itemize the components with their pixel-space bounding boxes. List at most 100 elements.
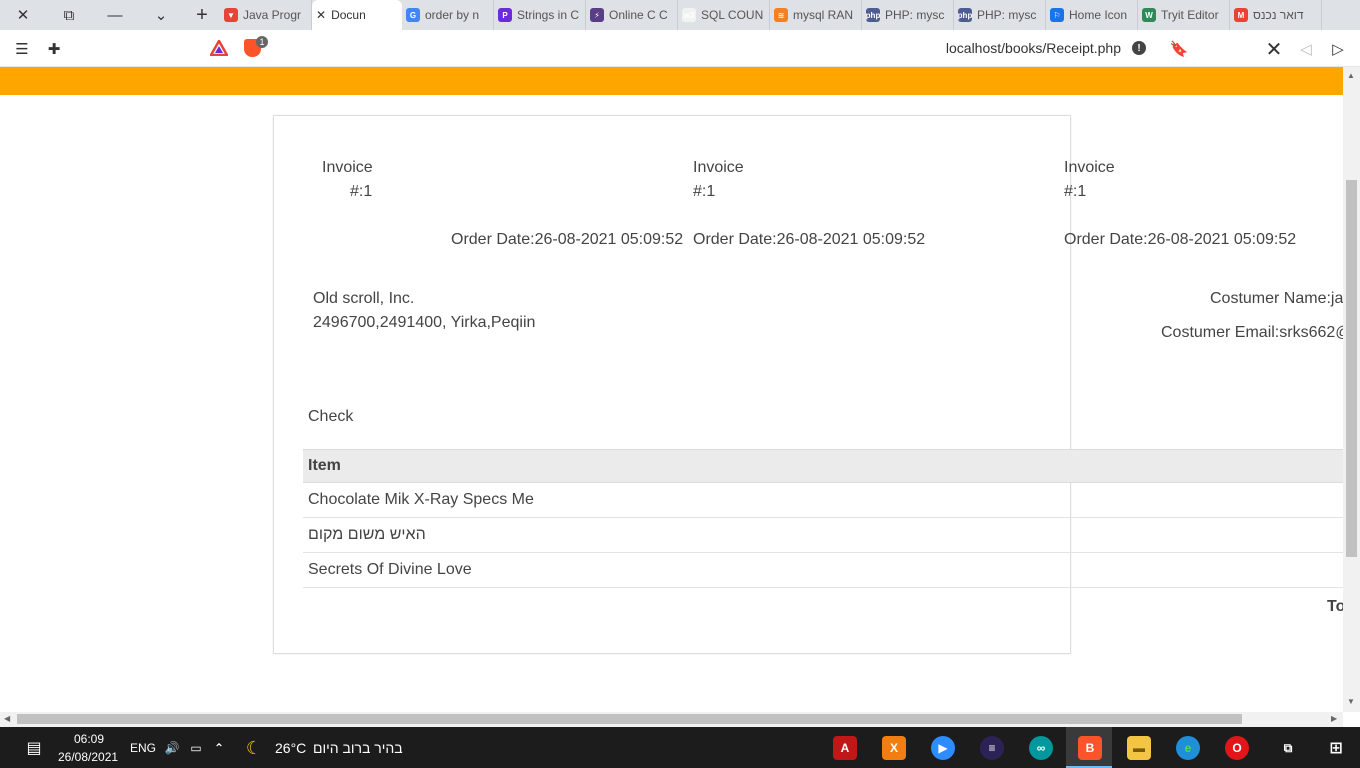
table-row: Secrets Of Divine Love (303, 553, 1343, 588)
browser-tab[interactable]: php PHP: mysc (862, 0, 954, 30)
invoice-heading-1: Invoice (322, 159, 373, 176)
tab-favicon-icon: G (406, 8, 420, 22)
site-info-icon[interactable]: ! (1132, 41, 1146, 55)
restore-window-icon[interactable]: ⧉ (46, 0, 92, 30)
horizontal-scrollbar[interactable]: ◀ ▶ (0, 712, 1343, 727)
company-name: Old scroll, Inc. (313, 290, 415, 307)
items-table: Item Chocolate Mik X-Ray Specs Me האיש מ… (303, 449, 1343, 588)
tab-label: PHP: mysc (977, 8, 1037, 22)
tab-search-icon[interactable]: ⌄ (138, 0, 184, 30)
close-tab-icon[interactable]: ✕ (316, 8, 326, 22)
forward-icon[interactable]: ◁ (1291, 34, 1321, 64)
browser-tab[interactable]: ▼ Java Progr (220, 0, 312, 30)
tab-favicon-icon: ▼ (224, 8, 238, 22)
browser-tab[interactable]: ✕ Docun (312, 0, 402, 30)
scroll-left-icon[interactable]: ◀ (4, 714, 10, 723)
tab-favicon-icon: php (958, 8, 972, 22)
windows-taskbar: ▤ 06:09 26/08/2021 ENG 🔊 ▭ ⌃ ☾ 26°C בהיר… (0, 727, 1360, 768)
tab-favicon-icon: ⚐ (1050, 8, 1064, 22)
tab-label: Home Icon (1069, 8, 1128, 22)
tab-favicon-icon: M (1234, 8, 1248, 22)
brave-browser-icon[interactable]: B (1078, 736, 1102, 760)
stop-loading-icon[interactable]: ✕ (1259, 34, 1289, 64)
arduino-icon[interactable]: ∞ (1029, 736, 1053, 760)
page-header-bar (0, 67, 1343, 95)
notifications-icon[interactable]: ▤ (22, 736, 46, 760)
zoom-icon[interactable]: ▶ (931, 736, 955, 760)
weather-moon-icon[interactable]: ☾ (242, 736, 266, 760)
tab-label: Tryit Editor (1161, 8, 1219, 22)
payment-method: Check (308, 408, 354, 425)
brave-rewards-icon[interactable] (210, 40, 228, 56)
browser-tab[interactable]: P Strings in C (494, 0, 586, 30)
tab-label: mysql RAN (793, 8, 854, 22)
menu-icon[interactable]: ☰ (7, 34, 37, 64)
tab-label: Docun (331, 8, 366, 22)
browser-tab[interactable]: php PHP: mysc (954, 0, 1046, 30)
clock-time[interactable]: 06:09 (74, 732, 104, 746)
tab-favicon-icon: W (1142, 8, 1156, 22)
table-row: Chocolate Mik X-Ray Specs Me (303, 483, 1343, 518)
browser-tab[interactable]: M דואר נכנס (1230, 0, 1322, 30)
edge-icon[interactable]: e (1176, 736, 1200, 760)
minimize-window-icon[interactable]: — (92, 0, 138, 30)
tab-label: Strings in C (517, 8, 580, 22)
company-address: 2496700,2491400, Yirka,Peqiin (313, 314, 536, 331)
horizontal-scroll-thumb[interactable] (17, 714, 1242, 724)
browser-tab[interactable]: w3 SQL COUN (678, 0, 770, 30)
tab-label: order by n (425, 8, 480, 22)
tab-favicon-icon: php (866, 8, 880, 22)
browser-toolbar: ☰ ✚ 1 localhost/books/Receipt.php ! 🔖 ✕ … (0, 30, 1360, 67)
new-tab-button[interactable]: + (184, 0, 220, 30)
language-indicator[interactable]: ENG (130, 741, 156, 755)
extensions-icon[interactable]: ✚ (39, 34, 69, 64)
tab-favicon-icon: w3 (682, 8, 696, 22)
xampp-icon[interactable]: X (882, 736, 906, 760)
tab-favicon-icon: ≋ (774, 8, 788, 22)
tab-label: Online C C (609, 8, 668, 22)
tab-label: Java Progr (243, 8, 302, 22)
customer-email: Costumer Email:srks662@ (1161, 324, 1352, 341)
tab-label: PHP: mysc (885, 8, 945, 22)
invoice-number-3: #:1 (1064, 183, 1087, 200)
scroll-up-icon[interactable]: ▲ (1347, 71, 1355, 80)
back-icon[interactable]: ▷ (1323, 34, 1353, 64)
address-bar[interactable]: 1 localhost/books/Receipt.php ! (205, 34, 1157, 63)
tab-favicon-icon: ⚡ (590, 8, 604, 22)
clock-date[interactable]: 26/08/2021 (58, 750, 118, 764)
table-row: האיש משום מקום (303, 518, 1343, 553)
url-text[interactable]: localhost/books/Receipt.php (946, 40, 1121, 56)
weather-description[interactable]: בהיר ברוב היום (313, 740, 403, 756)
browser-tab[interactable]: ⚡ Online C C (586, 0, 678, 30)
vertical-scrollbar[interactable]: ▲ ▼ (1343, 67, 1360, 712)
bookmark-icon[interactable]: 🔖 (1164, 34, 1194, 64)
battery-icon[interactable]: ▭ (184, 736, 208, 760)
weather-temperature[interactable]: 26°C (275, 740, 306, 756)
tab-label: SQL COUN (701, 8, 764, 22)
tab-strip: ✕ ⧉ — ⌄ + ▼ Java Progr ✕ Docun Gorder by nPS… (0, 0, 1360, 30)
order-date-3: Order Date:26-08-2021 05:09:52 (1064, 231, 1297, 248)
tab-label: דואר נכנס (1253, 8, 1304, 22)
vertical-scroll-thumb[interactable] (1346, 180, 1357, 557)
order-date-1: Order Date:26-08-2021 05:09:52 (451, 231, 684, 248)
browser-tab[interactable]: W Tryit Editor (1138, 0, 1230, 30)
eclipse-icon[interactable]: ≡ (980, 736, 1004, 760)
opera-icon[interactable]: O (1225, 736, 1249, 760)
browser-tab[interactable]: ⚐ Home Icon (1046, 0, 1138, 30)
browser-tab[interactable]: ≋ mysql RAN (770, 0, 862, 30)
browser-tab[interactable]: Gorder by n (402, 0, 494, 30)
task-view-icon[interactable]: ⧉ (1276, 736, 1300, 760)
scroll-down-icon[interactable]: ▼ (1347, 697, 1355, 706)
customer-name: Costumer Name:ja (1210, 290, 1344, 307)
show-hidden-icons-icon[interactable]: ⌃ (207, 736, 231, 760)
scroll-right-icon[interactable]: ▶ (1331, 714, 1337, 723)
table-header-item: Item (303, 449, 1343, 483)
file-explorer-icon[interactable]: ▬ (1127, 736, 1151, 760)
volume-icon[interactable]: 🔊 (160, 736, 184, 760)
order-date-2: Order Date:26-08-2021 05:09:52 (693, 231, 926, 248)
invoice-number-2: #:1 (693, 183, 716, 200)
windows-start-icon[interactable]: ⊞ (1324, 736, 1348, 760)
close-window-icon[interactable]: ✕ (0, 0, 46, 30)
acrobat-icon[interactable]: A (833, 736, 857, 760)
tab-favicon-icon: P (498, 8, 512, 22)
